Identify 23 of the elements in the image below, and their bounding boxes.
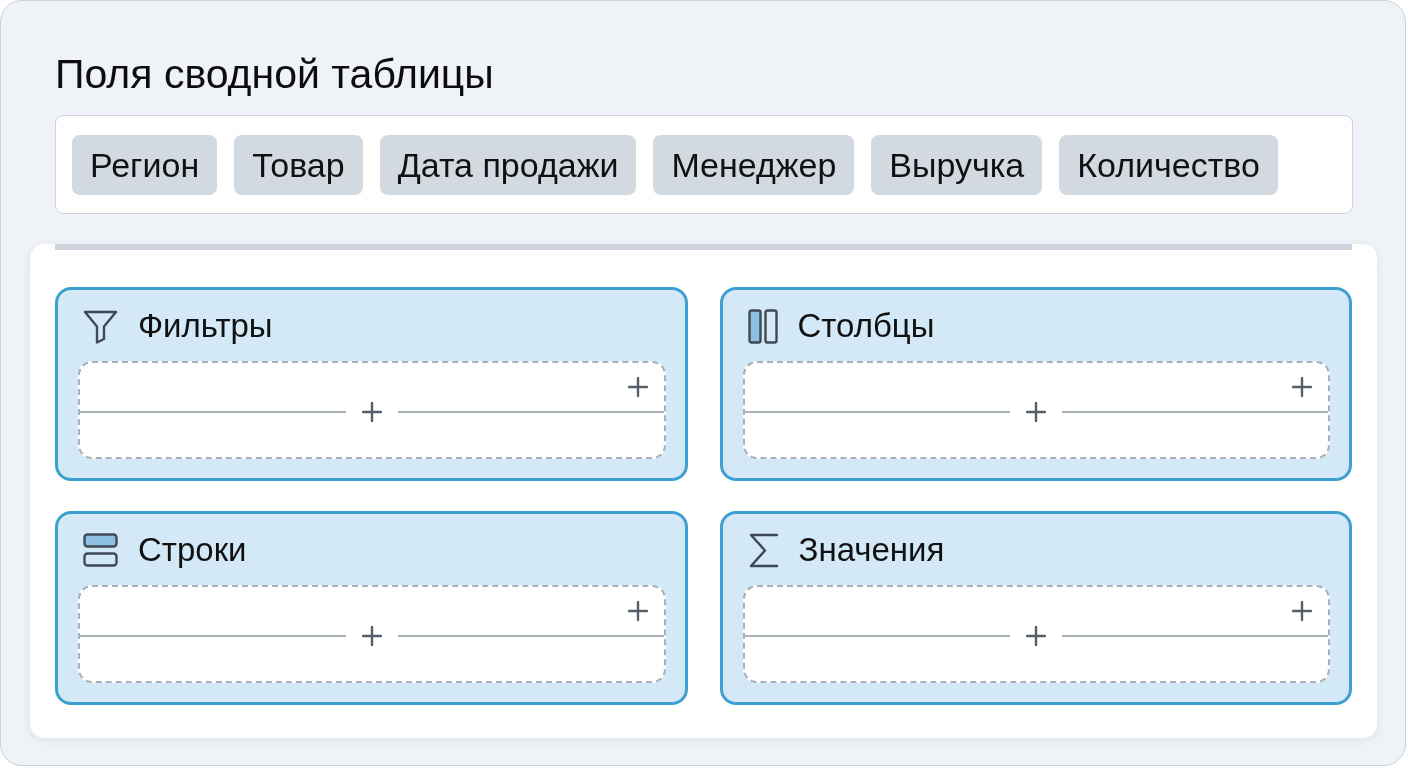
columns-icon bbox=[747, 308, 778, 344]
plus-icon[interactable] bbox=[1026, 402, 1047, 422]
area-title: Значения bbox=[798, 531, 945, 569]
funnel-icon bbox=[83, 308, 118, 344]
panel-title: Поля сводной таблицы bbox=[55, 51, 494, 97]
area-title: Столбцы bbox=[797, 307, 935, 345]
rows-icon bbox=[83, 533, 118, 567]
field-tag[interactable]: Выручка bbox=[871, 135, 1043, 195]
plus-icon[interactable] bbox=[361, 626, 382, 646]
field-tag[interactable]: Количество bbox=[1059, 135, 1278, 195]
area-title: Строки bbox=[138, 531, 247, 569]
field-tag[interactable]: Товар bbox=[234, 135, 363, 195]
plus-icon[interactable] bbox=[627, 377, 648, 397]
field-tag[interactable]: Менеджер bbox=[653, 135, 855, 195]
plus-icon[interactable] bbox=[1292, 377, 1312, 397]
area-title: Фильтры bbox=[138, 307, 273, 345]
sigma-icon bbox=[747, 532, 779, 568]
plus-icon[interactable] bbox=[1292, 601, 1312, 621]
field-tag[interactable]: Дата продажи bbox=[379, 135, 637, 195]
field-tag[interactable]: Регион bbox=[72, 135, 218, 195]
plus-icon[interactable] bbox=[1026, 626, 1047, 646]
plus-icon[interactable] bbox=[361, 402, 382, 422]
plus-icon[interactable] bbox=[627, 601, 648, 621]
